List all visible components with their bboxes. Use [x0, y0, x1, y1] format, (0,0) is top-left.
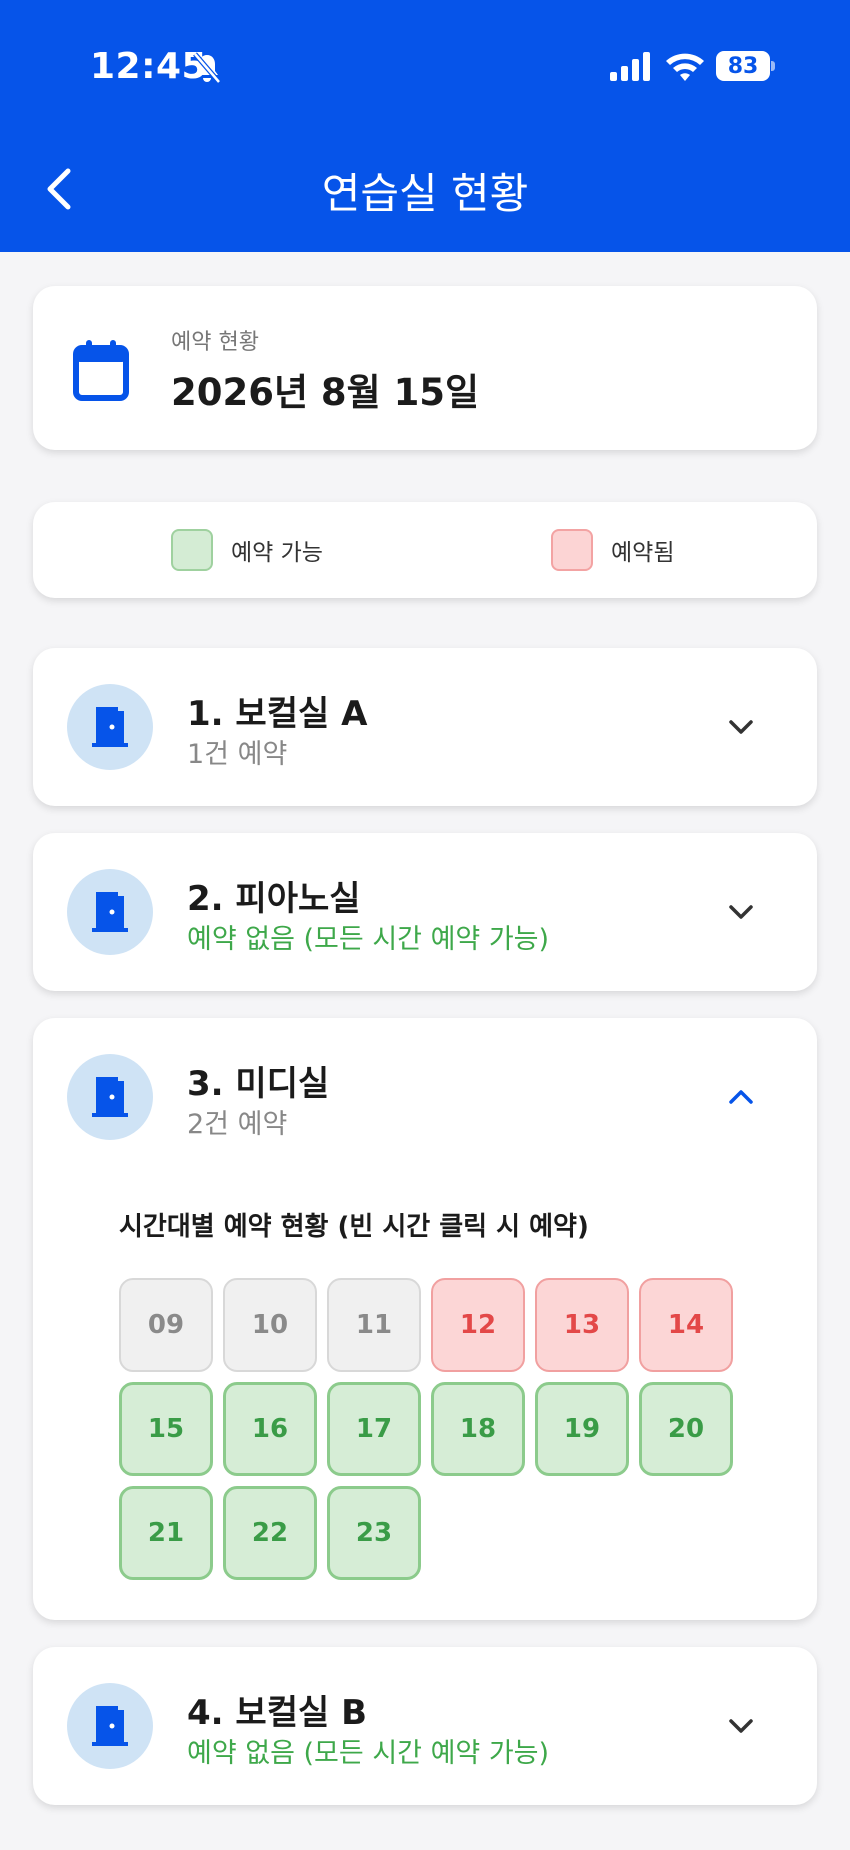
room-card-vocal-b[interactable]: 4. 보컬실 B 예약 없음 (모든 시간 예약 가능): [33, 1647, 817, 1805]
door-icon: [92, 1706, 128, 1746]
legend-available-label: 예약 가능: [231, 540, 323, 566]
booked-swatch: [551, 529, 593, 571]
time-slot-20[interactable]: 20: [639, 1382, 733, 1476]
time-slot-17[interactable]: 17: [327, 1382, 421, 1476]
legend-card: 예약 가능 예약됨: [33, 502, 817, 598]
calendar-icon: [73, 340, 129, 401]
reservation-date-card: 예약 현황 2026년 8월 15일: [33, 286, 817, 450]
time-slots-label: 시간대별 예약 현황 (빈 시간 클릭 시 예약): [119, 1212, 589, 1242]
chevron-down-icon[interactable]: [723, 715, 759, 739]
bell-muted-icon: [193, 52, 221, 84]
time-slot-19[interactable]: 19: [535, 1382, 629, 1476]
time-slot-13: 13: [535, 1278, 629, 1372]
status-time: 12:45: [90, 46, 208, 87]
time-slot-16[interactable]: 16: [223, 1382, 317, 1476]
room-card-vocal-a[interactable]: 1. 보컬실 A 1건 예약: [33, 648, 817, 806]
time-slot-11: 11: [327, 1278, 421, 1372]
time-slot-12: 12: [431, 1278, 525, 1372]
chevron-down-icon[interactable]: [723, 1714, 759, 1738]
date-value: 2026년 8월 15일: [171, 371, 480, 414]
time-slot-14: 14: [639, 1278, 733, 1372]
wifi-icon: [666, 53, 704, 81]
room-card-piano[interactable]: 2. 피아노실 예약 없음 (모든 시간 예약 가능): [33, 833, 817, 991]
time-slot-09: 09: [119, 1278, 213, 1372]
time-slot-15[interactable]: 15: [119, 1382, 213, 1476]
battery-tip: [771, 61, 775, 71]
page-title: 연습실 현황: [321, 169, 529, 218]
room-booking-summary: 예약 없음 (모든 시간 예약 가능): [187, 1738, 550, 1769]
date-label: 예약 현황: [171, 330, 259, 355]
door-icon: [92, 1077, 128, 1117]
time-slot-22[interactable]: 22: [223, 1486, 317, 1580]
room-avatar: [67, 684, 153, 770]
room-booking-summary: 1건 예약: [187, 739, 288, 770]
room-booking-summary: 2건 예약: [187, 1109, 288, 1140]
cellular-signal-icon: [610, 52, 650, 81]
legend-booked-label: 예약됨: [611, 540, 675, 566]
battery-level: 83: [716, 51, 770, 81]
chevron-down-icon[interactable]: [723, 900, 759, 924]
door-icon: [92, 892, 128, 932]
app-bar: 12:45 83 연습실 현황: [0, 0, 850, 252]
battery-indicator: 83: [716, 51, 775, 81]
time-slot-18[interactable]: 18: [431, 1382, 525, 1476]
legend-available: 예약 가능: [171, 528, 323, 572]
room-title: 1. 보컬실 A: [187, 694, 368, 734]
room-card-midi[interactable]: 3. 미디실 2건 예약 시간대별 예약 현황 (빈 시간 클릭 시 예약) 0…: [33, 1018, 817, 1620]
time-slot-10: 10: [223, 1278, 317, 1372]
room-title: 3. 미디실: [187, 1064, 330, 1104]
time-slot-23[interactable]: 23: [327, 1486, 421, 1580]
available-swatch: [171, 529, 213, 571]
door-icon: [92, 707, 128, 747]
room-booking-summary: 예약 없음 (모든 시간 예약 가능): [187, 924, 550, 955]
room-title: 2. 피아노실: [187, 879, 361, 919]
room-avatar: [67, 1054, 153, 1140]
time-slot-21[interactable]: 21: [119, 1486, 213, 1580]
room-title: 4. 보컬실 B: [187, 1693, 368, 1733]
room-avatar: [67, 869, 153, 955]
chevron-up-icon[interactable]: [723, 1085, 759, 1109]
legend-booked: 예약됨: [551, 528, 674, 572]
room-avatar: [67, 1683, 153, 1769]
